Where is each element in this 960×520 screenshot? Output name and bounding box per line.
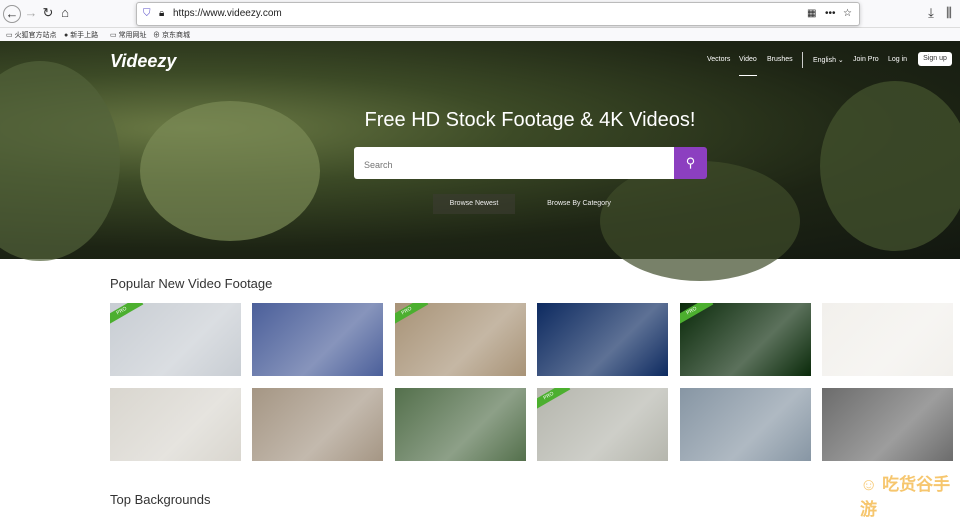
bookmark-label: 火狐官方站点 (14, 32, 57, 39)
join-pro-link[interactable]: Join Pro (853, 56, 879, 63)
nav-divider (802, 52, 803, 68)
bookmark-label: 新手上路 (70, 32, 99, 39)
video-thumbnail[interactable] (537, 303, 668, 376)
browser-toolbar: ← → ↻ ⌂ ⛉ 🔒︎ https://www.videezy.com ▦ •… (0, 0, 960, 28)
signup-button[interactable]: Sign up (918, 52, 952, 66)
pro-badge: PRO (537, 388, 571, 412)
pro-badge: PRO (110, 303, 144, 327)
url-text[interactable]: https://www.videezy.com (173, 8, 282, 19)
browse-newest-button[interactable]: Browse Newest (433, 194, 515, 214)
library-icon[interactable]: ⫼ (940, 5, 958, 21)
background-leaf (820, 81, 960, 251)
search-input[interactable] (364, 160, 654, 170)
pro-badge: PRO (395, 303, 429, 327)
bookmark-label: 京东商城 (161, 32, 190, 39)
bookmark-item[interactable]: ▭ 常用网址 (110, 30, 147, 40)
url-bar[interactable]: ⛉ 🔒︎ https://www.videezy.com ▦ ••• ☆ (136, 2, 860, 26)
bookmark-label: 常用网址 (118, 32, 147, 39)
login-link[interactable]: Log in (888, 56, 907, 63)
qr-icon[interactable]: ▦ (807, 8, 816, 19)
pro-badge: PRO (680, 303, 714, 327)
background-leaf (0, 61, 120, 261)
search-box[interactable] (354, 147, 674, 179)
videezy-logo[interactable]: Videezy (110, 51, 176, 72)
more-icon[interactable]: ••• (825, 8, 836, 19)
language-select[interactable]: English ⌄ (813, 56, 844, 64)
search-icon: ⚲ (685, 155, 696, 170)
video-thumbnail[interactable]: PRO (680, 303, 811, 376)
video-thumbnail[interactable]: PRO (537, 388, 668, 461)
forward-button[interactable]: → (22, 5, 40, 20)
watermark-logo: ☺ 吃货谷手游 (860, 475, 951, 519)
section-title: Popular New Video Footage (110, 276, 273, 291)
language-label: English (813, 57, 836, 64)
hero-banner: Videezy Vectors Video Brushes English ⌄ … (0, 41, 960, 281)
search-button[interactable]: ⚲ (674, 147, 707, 179)
download-icon[interactable]: ⤓ (922, 5, 940, 21)
lock-icon: 🔒︎ (159, 8, 165, 19)
reload-button[interactable]: ↻ (39, 5, 57, 21)
star-icon[interactable]: ☆ (843, 8, 852, 19)
bookmark-item[interactable]: ● 新手上路 (64, 30, 98, 40)
home-button[interactable]: ⌂ (56, 5, 74, 20)
video-thumbnail[interactable] (680, 388, 811, 461)
video-thumbnail[interactable]: PRO (110, 303, 241, 376)
video-thumbnail[interactable] (252, 388, 383, 461)
hero-headline: Free HD Stock Footage & 4K Videos! (364, 109, 696, 131)
nav-brushes[interactable]: Brushes (767, 56, 793, 63)
nav-vectors[interactable]: Vectors (707, 56, 730, 63)
video-thumbnail[interactable] (822, 303, 953, 376)
chevron-down-icon: ⌄ (837, 57, 844, 64)
video-thumbnail[interactable] (110, 388, 241, 461)
bookmark-item[interactable]: ▭ 火狐官方站点 (6, 30, 57, 40)
bookmark-item[interactable]: ⊕ 京东商城 (153, 30, 190, 40)
video-thumbnail[interactable] (395, 388, 526, 461)
back-button[interactable]: ← (3, 5, 21, 23)
browse-category-button[interactable]: Browse By Category (535, 194, 623, 214)
video-thumbnail[interactable]: PRO (395, 303, 526, 376)
bookmarks-bar: ▭ 火狐官方站点 ● 新手上路 ▭ 常用网址 ⊕ 京东商城 (0, 28, 960, 41)
video-thumbnail[interactable] (822, 388, 953, 461)
shield-icon: ⛉ (143, 8, 151, 19)
nav-video[interactable]: Video (739, 56, 757, 76)
video-thumbnail[interactable] (252, 303, 383, 376)
